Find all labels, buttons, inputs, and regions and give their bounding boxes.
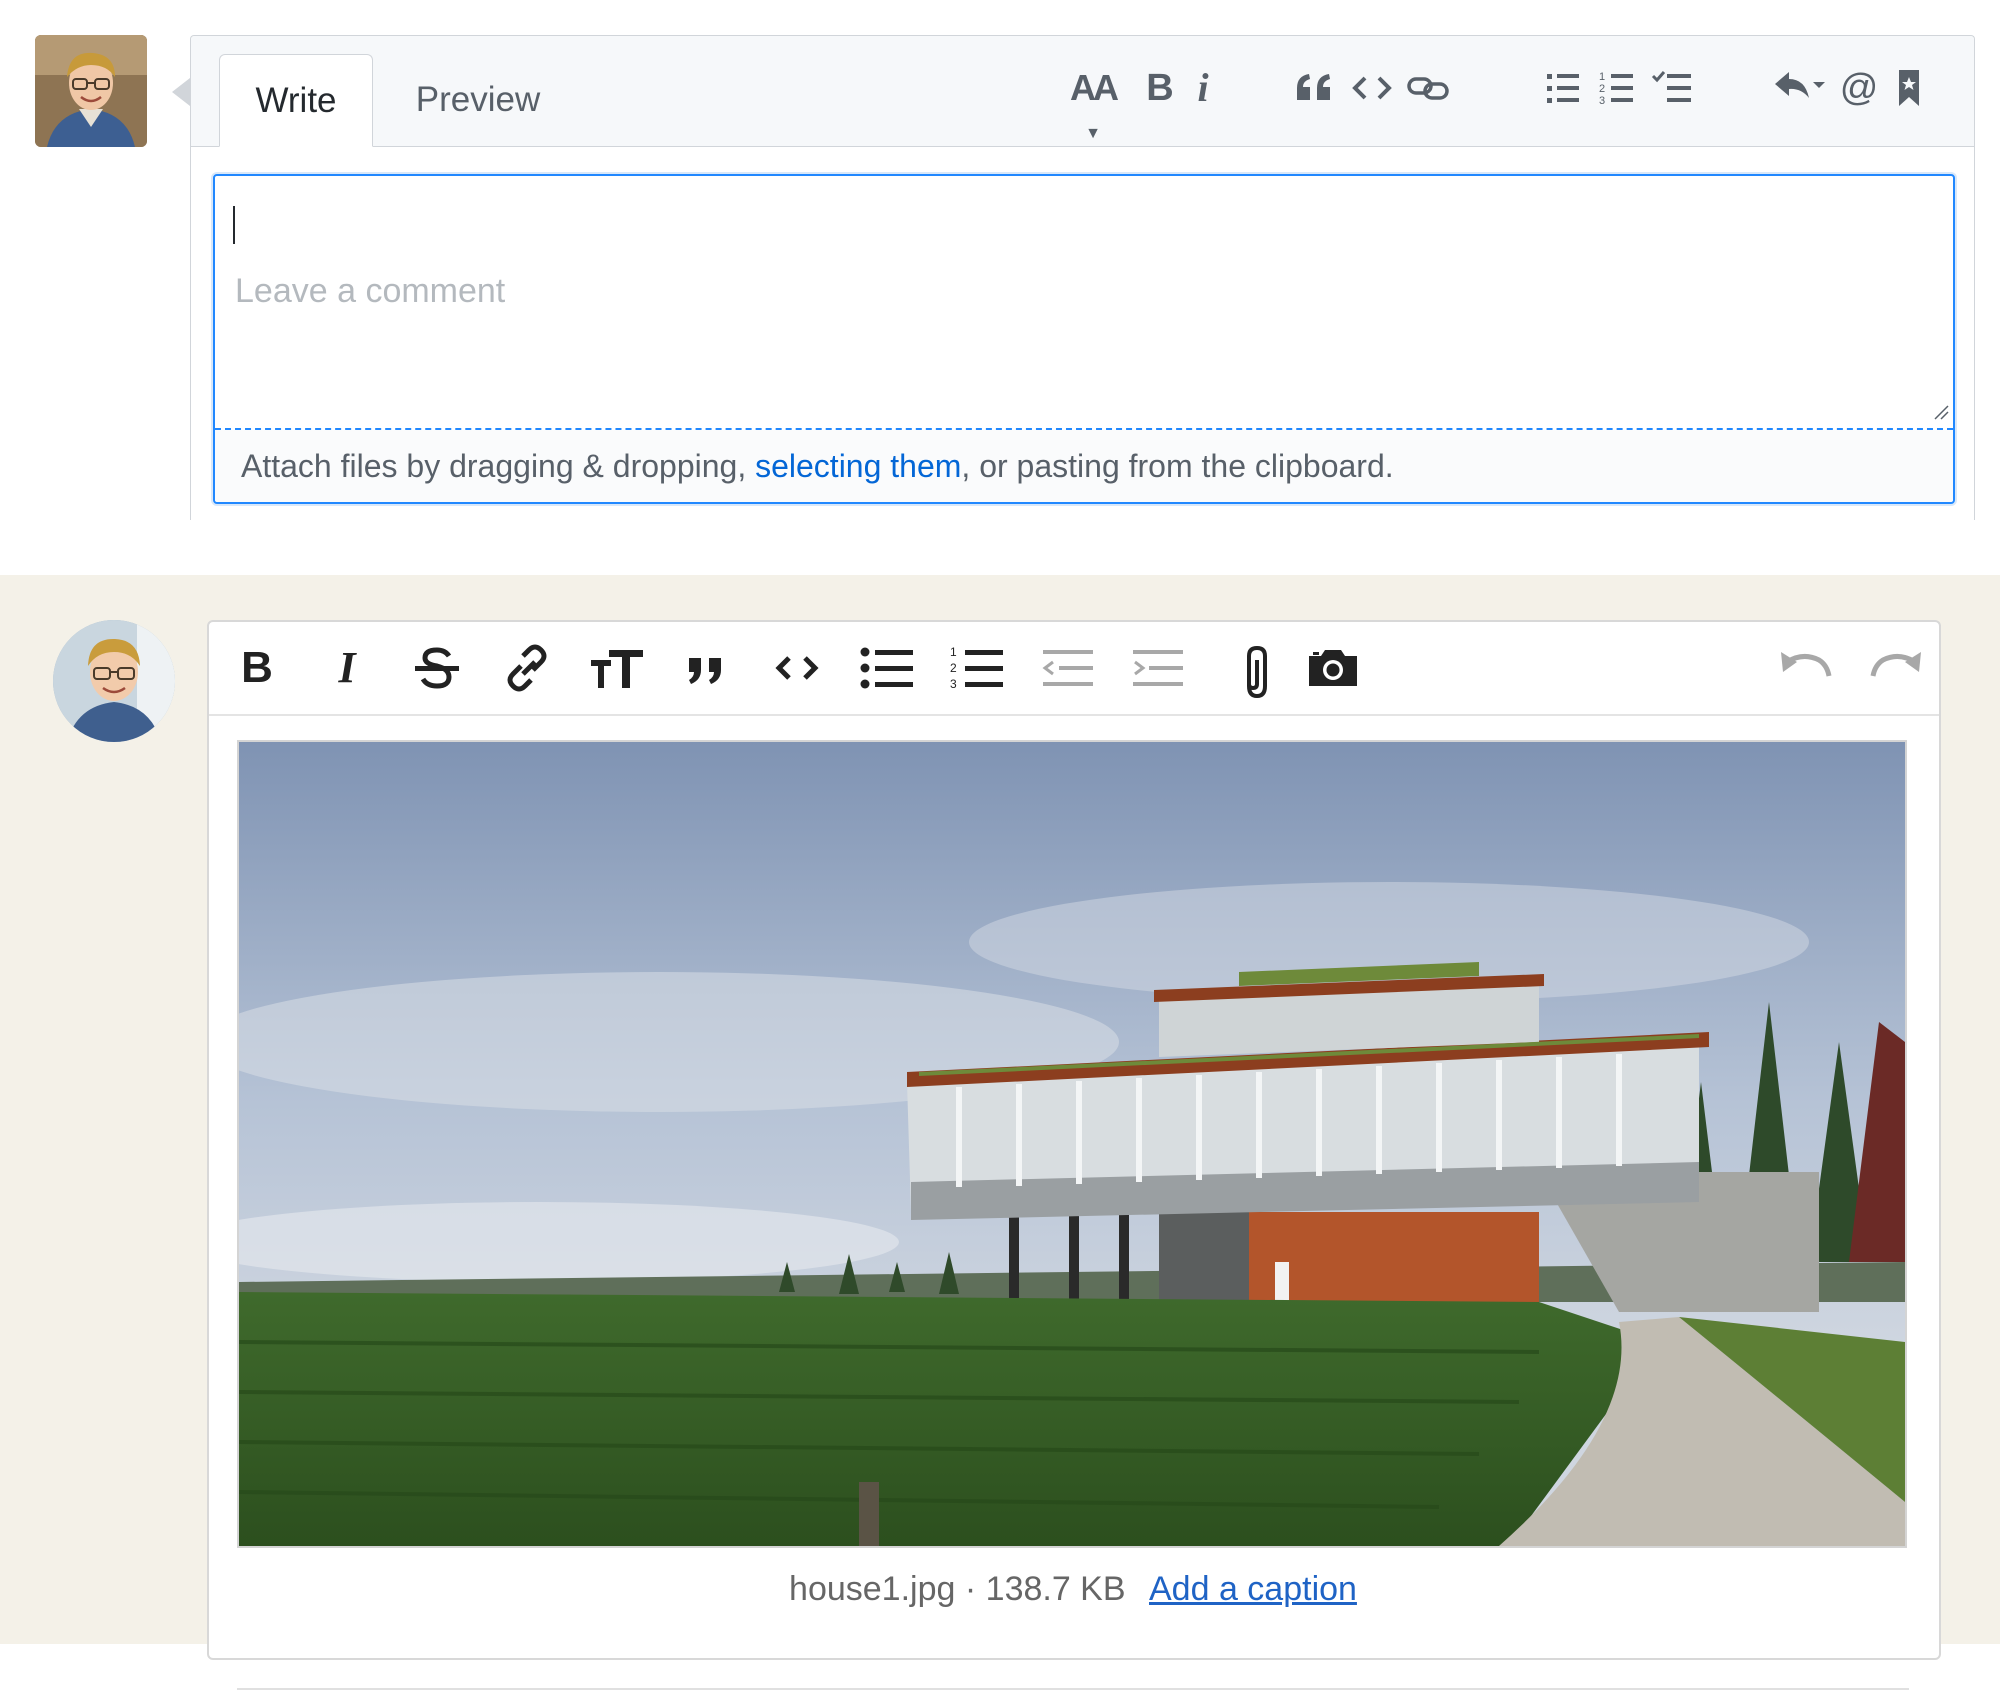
bold-button[interactable]: B xyxy=(229,644,285,692)
svg-text:3: 3 xyxy=(1599,95,1605,107)
resize-handle-icon[interactable] xyxy=(1933,404,1949,420)
file-attach-bar[interactable]: Attach files by dragging & dropping, sel… xyxy=(215,430,1953,502)
github-comment-section: Write Preview AA ▼ B i 1 2 3 @ Leave a c… xyxy=(0,0,2000,575)
outdent-icon xyxy=(1042,650,1093,686)
editor-content[interactable]: house1.jpg · 138.7 KB Add a caption xyxy=(237,740,1909,1609)
svg-text:1: 1 xyxy=(1599,71,1605,83)
heading-button[interactable] xyxy=(589,644,645,692)
code-button[interactable] xyxy=(1349,66,1395,110)
redo-icon xyxy=(1870,652,1921,677)
paperclip-icon xyxy=(1247,645,1267,699)
attach-file-button[interactable] xyxy=(1229,644,1285,699)
user-avatar-round[interactable] xyxy=(53,620,175,742)
link-icon xyxy=(1407,77,1449,100)
image-file-size: 138.7 KB xyxy=(985,1570,1126,1608)
quote-icon xyxy=(1297,74,1330,100)
unordered-list-icon xyxy=(1547,74,1579,103)
select-files-link[interactable]: selecting them xyxy=(755,448,961,484)
unordered-list-button[interactable] xyxy=(1541,66,1585,110)
rich-editor-section: B I 1 2 3 house1.jpg · 138.7 KB Add a ca… xyxy=(0,575,2000,1690)
undo-button[interactable] xyxy=(1777,644,1833,692)
text-size-icon xyxy=(591,650,643,688)
code-icon xyxy=(775,656,819,680)
bullet-list-button[interactable] xyxy=(859,644,915,692)
italic-button[interactable]: I xyxy=(319,644,375,692)
outdent-button[interactable] xyxy=(1039,644,1095,692)
comment-caret xyxy=(172,78,190,106)
comment-input[interactable] xyxy=(233,200,1927,382)
ordered-list-button[interactable]: 1 2 3 xyxy=(1595,66,1639,110)
saved-reply-button[interactable] xyxy=(1891,66,1927,110)
ordered-list-icon: 1 2 3 xyxy=(1599,71,1633,107)
comment-box: Write Preview AA ▼ B i 1 2 3 @ Leave a c… xyxy=(190,35,1975,520)
redo-button[interactable] xyxy=(1869,644,1925,692)
insert-image-button[interactable] xyxy=(1305,644,1361,692)
bookmark-icon xyxy=(1899,70,1919,106)
mention-button[interactable]: @ xyxy=(1839,66,1879,110)
numbered-list-button[interactable]: 1 2 3 xyxy=(949,644,1005,692)
task-list-icon xyxy=(1651,71,1691,102)
chevron-down-icon: ▼ xyxy=(1085,124,1101,142)
reply-icon xyxy=(1775,72,1825,98)
numbered-list-icon: 1 2 3 xyxy=(950,645,1003,691)
camera-icon xyxy=(1309,650,1357,686)
embedded-image[interactable] xyxy=(237,740,1907,1548)
user-avatar[interactable] xyxy=(35,35,147,147)
indent-button[interactable] xyxy=(1129,644,1185,692)
bold-button[interactable]: B xyxy=(1139,66,1181,110)
add-caption-link[interactable]: Add a caption xyxy=(1149,1570,1357,1608)
code-button[interactable] xyxy=(769,644,825,692)
reply-button[interactable] xyxy=(1771,66,1831,110)
tab-preview[interactable]: Preview xyxy=(403,54,553,146)
house-photo xyxy=(239,742,1905,1546)
strikethrough-button[interactable] xyxy=(409,644,465,692)
indent-icon xyxy=(1133,650,1183,686)
strikethrough-icon xyxy=(415,647,459,689)
quote-icon xyxy=(689,658,721,684)
code-icon xyxy=(1352,76,1392,100)
comment-textarea-wrapper: Attach files by dragging & dropping, sel… xyxy=(213,174,1955,504)
svg-text:2: 2 xyxy=(950,661,957,675)
svg-text:1: 1 xyxy=(950,645,957,659)
image-filename: house1.jpg xyxy=(789,1570,956,1608)
header-text-button[interactable]: AA ▼ xyxy=(1057,66,1129,142)
link-icon xyxy=(507,644,547,692)
caption-separator: · xyxy=(964,1570,977,1608)
bullet-list-icon xyxy=(860,647,913,689)
quote-button[interactable] xyxy=(679,644,735,692)
link-button[interactable] xyxy=(499,644,555,692)
rich-editor: B I 1 2 3 house1.jpg · 138.7 KB Add a ca… xyxy=(207,620,1941,1690)
attach-text-before: Attach files by dragging & dropping, xyxy=(241,448,756,484)
attach-text-after: , or pasting from the clipboard. xyxy=(961,448,1394,484)
image-caption: house1.jpg · 138.7 KB Add a caption xyxy=(237,1570,1909,1609)
task-list-button[interactable] xyxy=(1649,66,1697,110)
link-button[interactable] xyxy=(1405,66,1451,110)
editor-toolbar: B I 1 2 3 xyxy=(209,622,1939,716)
comment-header: Write Preview AA ▼ B i 1 2 3 @ xyxy=(191,36,1974,147)
undo-icon xyxy=(1781,652,1832,677)
quote-button[interactable] xyxy=(1291,66,1337,110)
header-text-label: AA xyxy=(1070,67,1119,108)
svg-text:2: 2 xyxy=(1599,83,1605,95)
svg-text:3: 3 xyxy=(950,677,957,691)
text-cursor xyxy=(233,206,235,244)
italic-button[interactable]: i xyxy=(1185,66,1221,110)
tab-write[interactable]: Write xyxy=(219,54,373,147)
